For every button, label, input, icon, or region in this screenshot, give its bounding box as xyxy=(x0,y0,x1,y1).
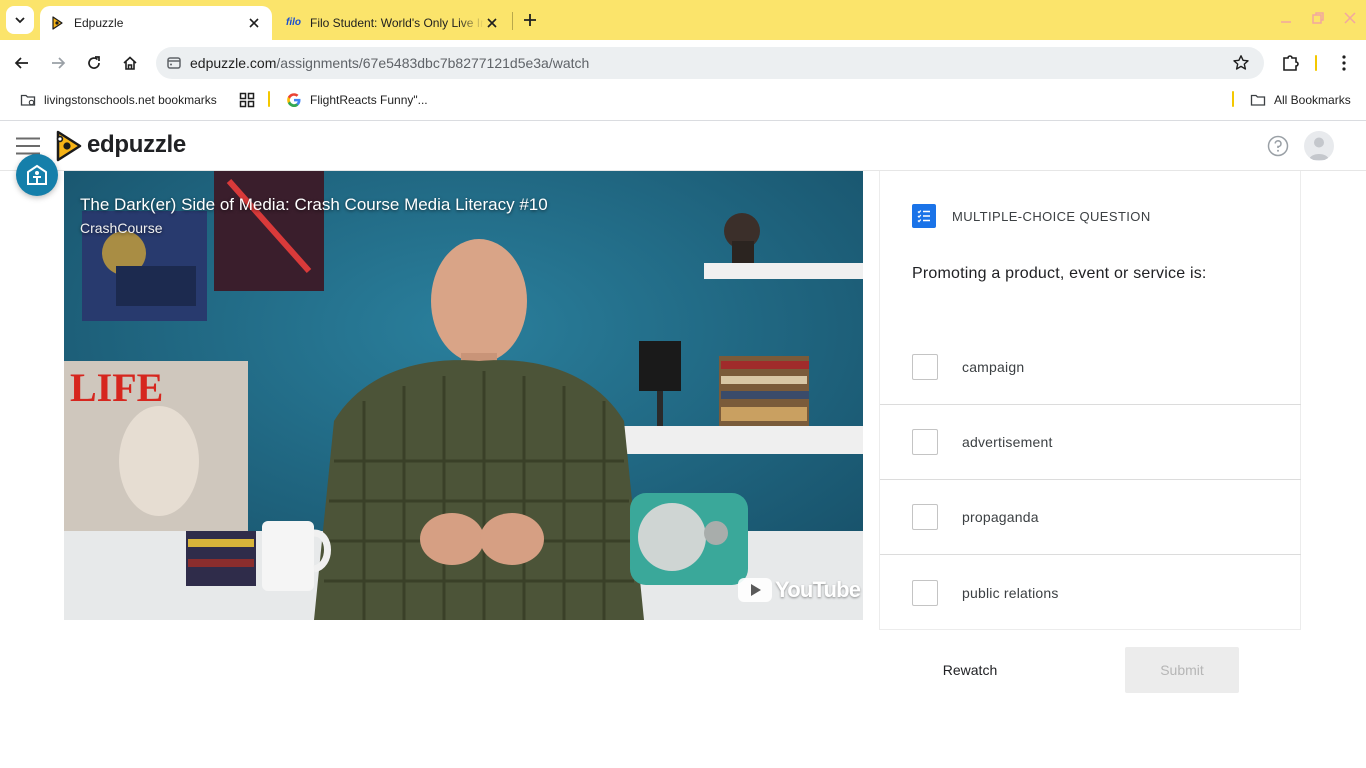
checklist-icon xyxy=(917,210,930,223)
chevron-down-icon xyxy=(15,17,25,24)
help-icon[interactable] xyxy=(1267,135,1289,157)
address-bar[interactable]: edpuzzle.com/assignments/67e5483dbc7b827… xyxy=(156,47,1264,79)
arrow-right-icon xyxy=(52,57,66,69)
answer-option[interactable]: advertisement xyxy=(880,405,1301,480)
edpuzzle-favicon-icon xyxy=(52,16,63,30)
avatar[interactable] xyxy=(1304,131,1334,161)
option-label: propaganda xyxy=(962,509,1039,525)
option-label: public relations xyxy=(962,584,1059,601)
more-vertical-icon xyxy=(1342,55,1346,71)
plus-icon xyxy=(524,14,536,26)
reload-icon xyxy=(88,56,100,69)
app-header xyxy=(0,121,1366,171)
close-tab-icon[interactable] xyxy=(246,15,262,31)
tab-edpuzzle[interactable]: Edpuzzle xyxy=(40,6,272,40)
option-checkbox[interactable] xyxy=(912,354,938,380)
extensions-puzzle-icon[interactable] xyxy=(1280,52,1302,74)
video-player[interactable]: LIFE The Dark(er) Side of Media: Crash C… xyxy=(64,171,863,620)
minimize-icon[interactable] xyxy=(1278,10,1294,26)
youtube-play-icon xyxy=(738,578,772,602)
all-bookmarks-button[interactable]: All Bookmarks xyxy=(1250,90,1351,110)
edpuzzle-logo-icon[interactable] xyxy=(54,129,84,163)
toolbar-divider xyxy=(1315,55,1317,71)
apps-shortcut[interactable] xyxy=(239,90,263,110)
tab-strip: Edpuzzle filo Filo Student: World's Only… xyxy=(0,0,1366,40)
back-button[interactable] xyxy=(8,49,36,77)
reload-button[interactable] xyxy=(80,49,108,77)
bookmarks-bar: livingstonschools.net bookmarks FlightRe… xyxy=(0,86,1366,114)
restore-icon[interactable] xyxy=(1310,10,1326,26)
bookmarks-divider xyxy=(268,91,270,107)
apps-grid-icon xyxy=(239,92,255,108)
question-type-label: MULTIPLE-CHOICE QUESTION xyxy=(952,209,1151,224)
close-tab-icon[interactable] xyxy=(484,15,500,31)
new-tab-button[interactable] xyxy=(518,8,542,32)
option-label: advertisement xyxy=(962,434,1053,450)
url-text[interactable]: edpuzzle.com/assignments/67e5483dbc7b827… xyxy=(190,55,589,71)
chrome-menu-button[interactable] xyxy=(1334,52,1354,74)
home-icon xyxy=(123,56,137,70)
youtube-watermark[interactable]: YouTube xyxy=(738,577,861,603)
tab-title: Filo Student: World's Only Live Instant … xyxy=(310,16,484,30)
site-info-button[interactable] xyxy=(158,47,190,79)
question-type-badge xyxy=(912,204,936,228)
brand-name[interactable]: edpuzzle xyxy=(87,131,186,159)
submit-button[interactable]: Submit xyxy=(1125,647,1239,693)
user-silhouette-icon xyxy=(1309,137,1329,160)
forward-button[interactable] xyxy=(44,49,72,77)
answer-option[interactable]: campaign xyxy=(880,330,1301,405)
tab-search-button[interactable] xyxy=(6,6,34,34)
option-checkbox[interactable] xyxy=(912,579,938,606)
video-title: The Dark(er) Side of Media: Crash Course… xyxy=(80,195,548,214)
tab-title: Edpuzzle xyxy=(74,16,124,30)
option-checkbox[interactable] xyxy=(912,504,938,530)
accessibility-widget-icon xyxy=(27,164,47,185)
answer-option[interactable]: public relations xyxy=(880,555,1301,630)
question-text: Promoting a product, event or service is… xyxy=(912,265,1207,282)
url-host: edpuzzle.com xyxy=(190,55,277,71)
tab-filo[interactable]: filo Filo Student: World's Only Live Ins… xyxy=(276,6,510,40)
youtube-wordmark: YouTube xyxy=(775,577,861,602)
school-tools-button[interactable] xyxy=(16,154,58,196)
bookmark-label: FlightReacts Funny"... xyxy=(310,93,428,107)
tab-divider xyxy=(512,12,513,30)
google-icon xyxy=(287,93,301,107)
svg-text:LIFE: LIFE xyxy=(70,365,163,410)
bookmarks-divider xyxy=(1232,91,1234,107)
close-window-icon[interactable] xyxy=(1342,10,1358,26)
video-channel[interactable]: CrashCourse xyxy=(80,220,162,236)
all-bookmarks-label: All Bookmarks xyxy=(1274,93,1351,107)
home-button[interactable] xyxy=(116,49,144,77)
arrow-left-icon xyxy=(14,57,28,69)
bookmark-folder-livingston[interactable]: livingstonschools.net bookmarks xyxy=(20,90,217,110)
managed-folder-icon xyxy=(20,94,36,106)
bookmark-label: livingstonschools.net bookmarks xyxy=(44,93,217,107)
answer-option[interactable]: propaganda xyxy=(880,480,1301,555)
video-frame-image: LIFE xyxy=(64,171,863,620)
rewatch-button[interactable]: Rewatch xyxy=(924,647,1016,693)
filo-favicon-icon: filo xyxy=(286,17,301,28)
option-label: campaign xyxy=(962,359,1025,375)
option-checkbox[interactable] xyxy=(912,429,938,455)
bookmark-star-icon[interactable] xyxy=(1232,54,1250,72)
folder-icon xyxy=(1250,94,1266,106)
site-settings-icon xyxy=(167,57,181,69)
bookmark-flightreacts[interactable]: FlightReacts Funny"... xyxy=(286,90,428,110)
url-path: /assignments/67e5483dbc7b8277121d5e3a/wa… xyxy=(276,55,590,71)
hamburger-menu-icon[interactable] xyxy=(16,137,40,155)
